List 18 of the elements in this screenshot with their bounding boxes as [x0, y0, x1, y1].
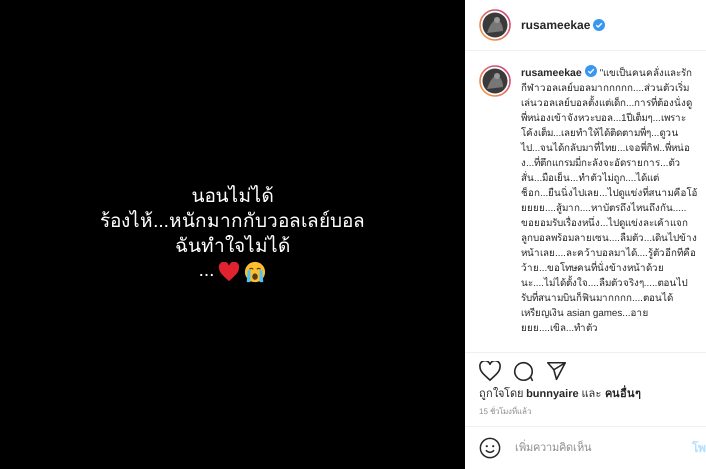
likes-text: ถูกใจโดย bunnyaire และ คนอื่นๆ	[465, 384, 706, 404]
avatar[interactable]	[479, 65, 511, 98]
caption-text: rusameekae "แขเป็นคนคลั่งและรักกีฬาวอลเลย์บอลมากกกกก....ส่วนตัวเริ่มเล่นวอลเลย์บอลตั้งแต่เด็ก...การที่ต้องนั่งดูพี่หน่องเข้าจังหวะบอล...1ปีเต็มๆ...เพราะโค้งเต็ม...เลยทำให้ได้ติดตามพี่ๆ...ดูวนไป...จนได้กลับมาที่ไทย...เจอพี่กิฟ..พี่หน่อง...ที่ตึกแกรมมี่กะลังจะอัดรายการ...ตัวสั่น...มือเย็น...ทำตัวไม่ถูก....ได้แต่ช็อก...ยืนนิ่งไปเลย...ไปดูแข่งที่สนามคือโอ้ยยยย....สู้มาก....หาบัตรถึงไหนถึงกัน..... ขอยอมรับเรื่องหนึ่ง...ไปดูแข่งละเค้าแจกลูกบอลพร้อมลายเซน....ลืมตัว...เดินไปข้างหน้าเลย....ละคว้าบอลมาได้....รู้ตัวอีกทีคือว้าย...ขอโทษคนที่นั่งข้างหน้าด้วยนะ....ไม่ได้ตั้งใจ....ลืมตัวจริงๆ.....ตอนไปรับที่สนามบินก็ฟินมากกกก....ตอนได้เหรียญเงิน asian games...อายยยย....เขิล...ทำตัว	[521, 65, 698, 336]
crying-emoji-icon	[244, 260, 266, 283]
share-icon[interactable]	[546, 360, 567, 382]
emoji-icon[interactable]	[479, 437, 501, 459]
image-text: ฉันทำใจไม่ได้	[175, 234, 290, 258]
heart-icon	[218, 262, 240, 282]
username-link[interactable]: rusameekae	[521, 67, 582, 80]
avatar[interactable]	[479, 9, 511, 42]
image-text: ร้องไห้...หนักมากกับวอลเลย์บอล	[100, 210, 365, 234]
image-text: ...	[198, 259, 214, 284]
image-text: นอนไม่ได้	[192, 185, 274, 210]
username-link[interactable]: rusameekae	[521, 16, 590, 34]
heart-icon[interactable]	[479, 360, 501, 380]
timestamp: 15 ชั่วโมงที่แล้ว	[478, 405, 532, 418]
comment-icon[interactable]	[513, 360, 534, 382]
comment-field[interactable]: เพิ่มความคิดเห็น	[513, 438, 680, 458]
